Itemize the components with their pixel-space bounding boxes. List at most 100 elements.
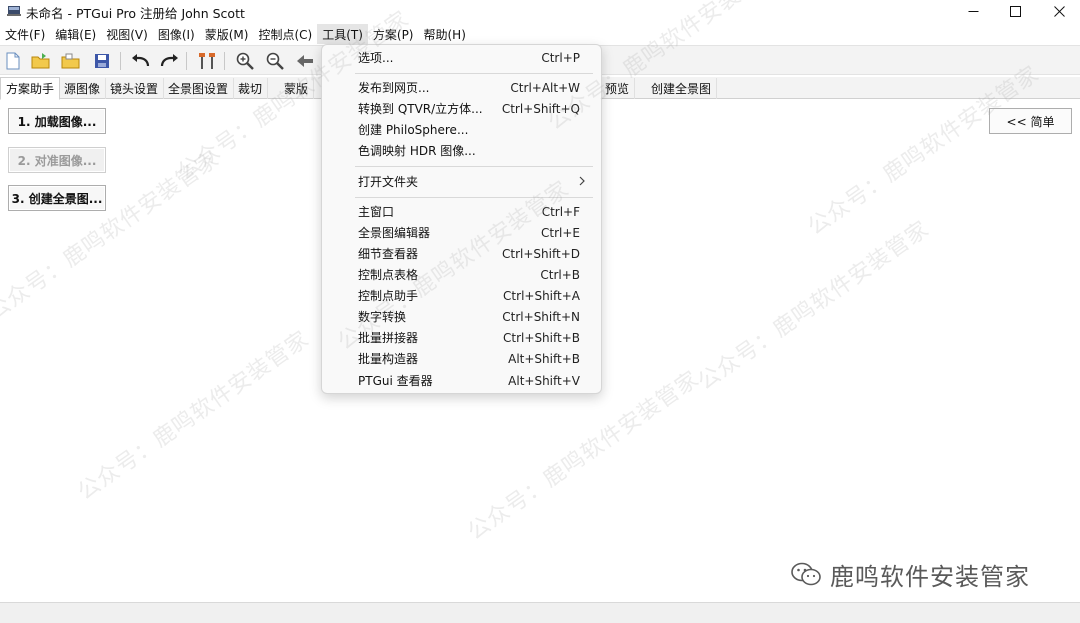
menu-item-control-point-assistant[interactable]: 控制点助手 Ctrl+Shift+A xyxy=(326,285,597,306)
tools-icon xyxy=(199,53,215,69)
menu-item-shortcut: Alt+Shift+B xyxy=(508,351,580,366)
menu-item-convert-qtvr[interactable]: 转换到 QTVR/立方体... Ctrl+Shift+Q xyxy=(326,98,597,119)
new-file-icon xyxy=(6,52,20,70)
menu-item-label: 发布到网页... xyxy=(358,81,430,95)
close-button[interactable] xyxy=(1036,0,1080,22)
menu-item-shortcut: Ctrl+Shift+Q xyxy=(501,101,580,116)
submenu-arrow-icon xyxy=(579,175,585,189)
menu-item-label: 批量构造器 xyxy=(358,352,419,366)
tab-lens-settings[interactable]: 镜头设置 xyxy=(105,78,165,99)
menu-item-label: 打开文件夹 xyxy=(358,175,419,189)
redo-button[interactable] xyxy=(158,50,180,72)
tab-project-assistant[interactable]: 方案助手 xyxy=(0,77,61,100)
menu-separator xyxy=(355,197,593,198)
menu-item-label: 主窗口 xyxy=(358,205,395,219)
tab-source-images[interactable]: 源图像 xyxy=(59,78,107,99)
menu-item-panorama-editor[interactable]: 全景图编辑器 Ctrl+E xyxy=(326,222,597,243)
menu-item-label: 转换到 QTVR/立方体... xyxy=(358,102,483,116)
zoom-out-icon xyxy=(266,52,284,70)
zoom-out-button[interactable] xyxy=(264,50,286,72)
menu-item-shortcut: Ctrl+B xyxy=(540,267,580,282)
minimize-icon xyxy=(968,10,978,12)
save-icon xyxy=(95,54,109,68)
new-project-button[interactable] xyxy=(2,50,24,72)
menu-item-shortcut: Ctrl+Shift+N xyxy=(502,309,580,324)
toolbar-separator xyxy=(224,52,225,70)
watermark-brand-text: 鹿鸣软件安装管家 xyxy=(830,562,1030,591)
menu-item-shortcut: Ctrl+Shift+D xyxy=(502,246,580,261)
menu-item-batch-builder[interactable]: 批量构造器 Alt+Shift+B xyxy=(326,348,597,369)
tools-button[interactable] xyxy=(196,50,218,72)
undo-button[interactable] xyxy=(130,50,152,72)
close-icon xyxy=(1053,5,1065,17)
menu-control-points[interactable]: 控制点(C) xyxy=(253,24,317,44)
menu-file[interactable]: 文件(F) xyxy=(0,24,50,44)
menu-item-label: 选项... xyxy=(358,51,394,65)
tab-panorama-settings[interactable]: 全景图设置 xyxy=(163,78,235,99)
back-button[interactable] xyxy=(294,50,316,72)
menu-item-label: 细节查看器 xyxy=(358,247,419,261)
tab-mask[interactable]: 蒙版 xyxy=(279,78,315,99)
toolbar-separator xyxy=(120,52,121,70)
menu-mask[interactable]: 蒙版(M) xyxy=(200,24,254,44)
open-folder-icon xyxy=(31,53,50,69)
save-project-button[interactable] xyxy=(91,50,113,72)
toolbar-separator xyxy=(186,52,187,70)
menu-tools[interactable]: 工具(T) xyxy=(317,24,368,44)
menu-item-label: 控制点表格 xyxy=(358,268,419,282)
menu-item-detail-viewer[interactable]: 细节查看器 Ctrl+Shift+D xyxy=(326,243,597,264)
undo-icon xyxy=(132,54,150,67)
menu-separator xyxy=(355,166,593,167)
menu-item-open-folder[interactable]: 打开文件夹 xyxy=(326,171,597,192)
title-bar: 未命名 - PTGui Pro 注册给 John Scott xyxy=(0,0,1080,22)
menu-bar: 文件(F) 编辑(E) 视图(V) 图像(I) 蒙版(M) 控制点(C) 工具(… xyxy=(0,24,1080,44)
menu-separator xyxy=(355,73,593,74)
ptgui-app-icon xyxy=(7,4,21,17)
menu-view[interactable]: 视图(V) xyxy=(101,24,153,44)
watermark-brand: 鹿鸣软件安装管家 xyxy=(790,558,1030,591)
align-images-button[interactable]: 2. 对准图像... xyxy=(8,147,106,173)
maximize-button[interactable] xyxy=(992,0,1038,22)
open-project-button[interactable] xyxy=(30,50,52,72)
back-arrow-icon xyxy=(297,55,313,67)
zoom-in-icon xyxy=(236,52,254,70)
menu-item-shortcut: Ctrl+Shift+B xyxy=(503,330,580,345)
tab-preview[interactable]: 预览 xyxy=(600,78,636,99)
tab-crop[interactable]: 裁切 xyxy=(233,78,269,99)
menu-edit[interactable]: 编辑(E) xyxy=(50,24,101,44)
menu-item-shortcut: Alt+Shift+V xyxy=(508,373,580,388)
menu-item-shortcut: Ctrl+P xyxy=(541,50,580,65)
simple-mode-button[interactable]: << 简单 xyxy=(989,108,1072,134)
menu-item-digital-conversion[interactable]: 数字转换 Ctrl+Shift+N xyxy=(326,306,597,327)
menu-item-tonemap-hdr[interactable]: 色调映射 HDR 图像... xyxy=(326,140,597,161)
menu-item-shortcut: Ctrl+Alt+W xyxy=(510,80,580,95)
window-title: 未命名 - PTGui Pro 注册给 John Scott xyxy=(26,6,245,21)
menu-item-label: 创建 PhiloSphere... xyxy=(358,123,469,137)
menu-item-label: PTGui 查看器 xyxy=(358,374,433,388)
load-images-button[interactable]: 1. 加载图像... xyxy=(8,108,106,134)
menu-item-shortcut: Ctrl+F xyxy=(541,204,580,219)
open-recent-button[interactable] xyxy=(60,50,82,72)
menu-item-batch-stitcher[interactable]: 批量拼接器 Ctrl+Shift+B xyxy=(326,327,597,348)
menu-item-options[interactable]: 选项... Ctrl+P xyxy=(326,47,597,68)
menu-item-publish-web[interactable]: 发布到网页... Ctrl+Alt+W xyxy=(326,77,597,98)
menu-item-control-point-table[interactable]: 控制点表格 Ctrl+B xyxy=(326,264,597,285)
menu-item-label: 色调映射 HDR 图像... xyxy=(358,144,476,158)
open-recent-icon xyxy=(61,53,80,69)
create-panorama-button[interactable]: 3. 创建全景图... xyxy=(8,185,106,211)
menu-item-label: 数字转换 xyxy=(358,310,407,324)
menu-item-label: 控制点助手 xyxy=(358,289,419,303)
menu-item-create-philosphere[interactable]: 创建 PhiloSphere... xyxy=(326,119,597,140)
wechat-icon xyxy=(791,562,821,586)
menu-help[interactable]: 帮助(H) xyxy=(419,24,471,44)
menu-project[interactable]: 方案(P) xyxy=(368,24,419,44)
menu-item-main-window[interactable]: 主窗口 Ctrl+F xyxy=(326,201,597,222)
zoom-in-button[interactable] xyxy=(234,50,256,72)
minimize-button[interactable] xyxy=(950,0,996,22)
redo-icon xyxy=(160,54,178,67)
menu-item-ptgui-viewer[interactable]: PTGui 查看器 Alt+Shift+V xyxy=(326,370,597,391)
menu-images[interactable]: 图像(I) xyxy=(153,24,200,44)
menu-item-shortcut: Ctrl+E xyxy=(541,225,580,240)
tab-create-panorama[interactable]: 创建全景图 xyxy=(646,78,718,99)
menu-item-shortcut: Ctrl+Shift+A xyxy=(503,288,580,303)
